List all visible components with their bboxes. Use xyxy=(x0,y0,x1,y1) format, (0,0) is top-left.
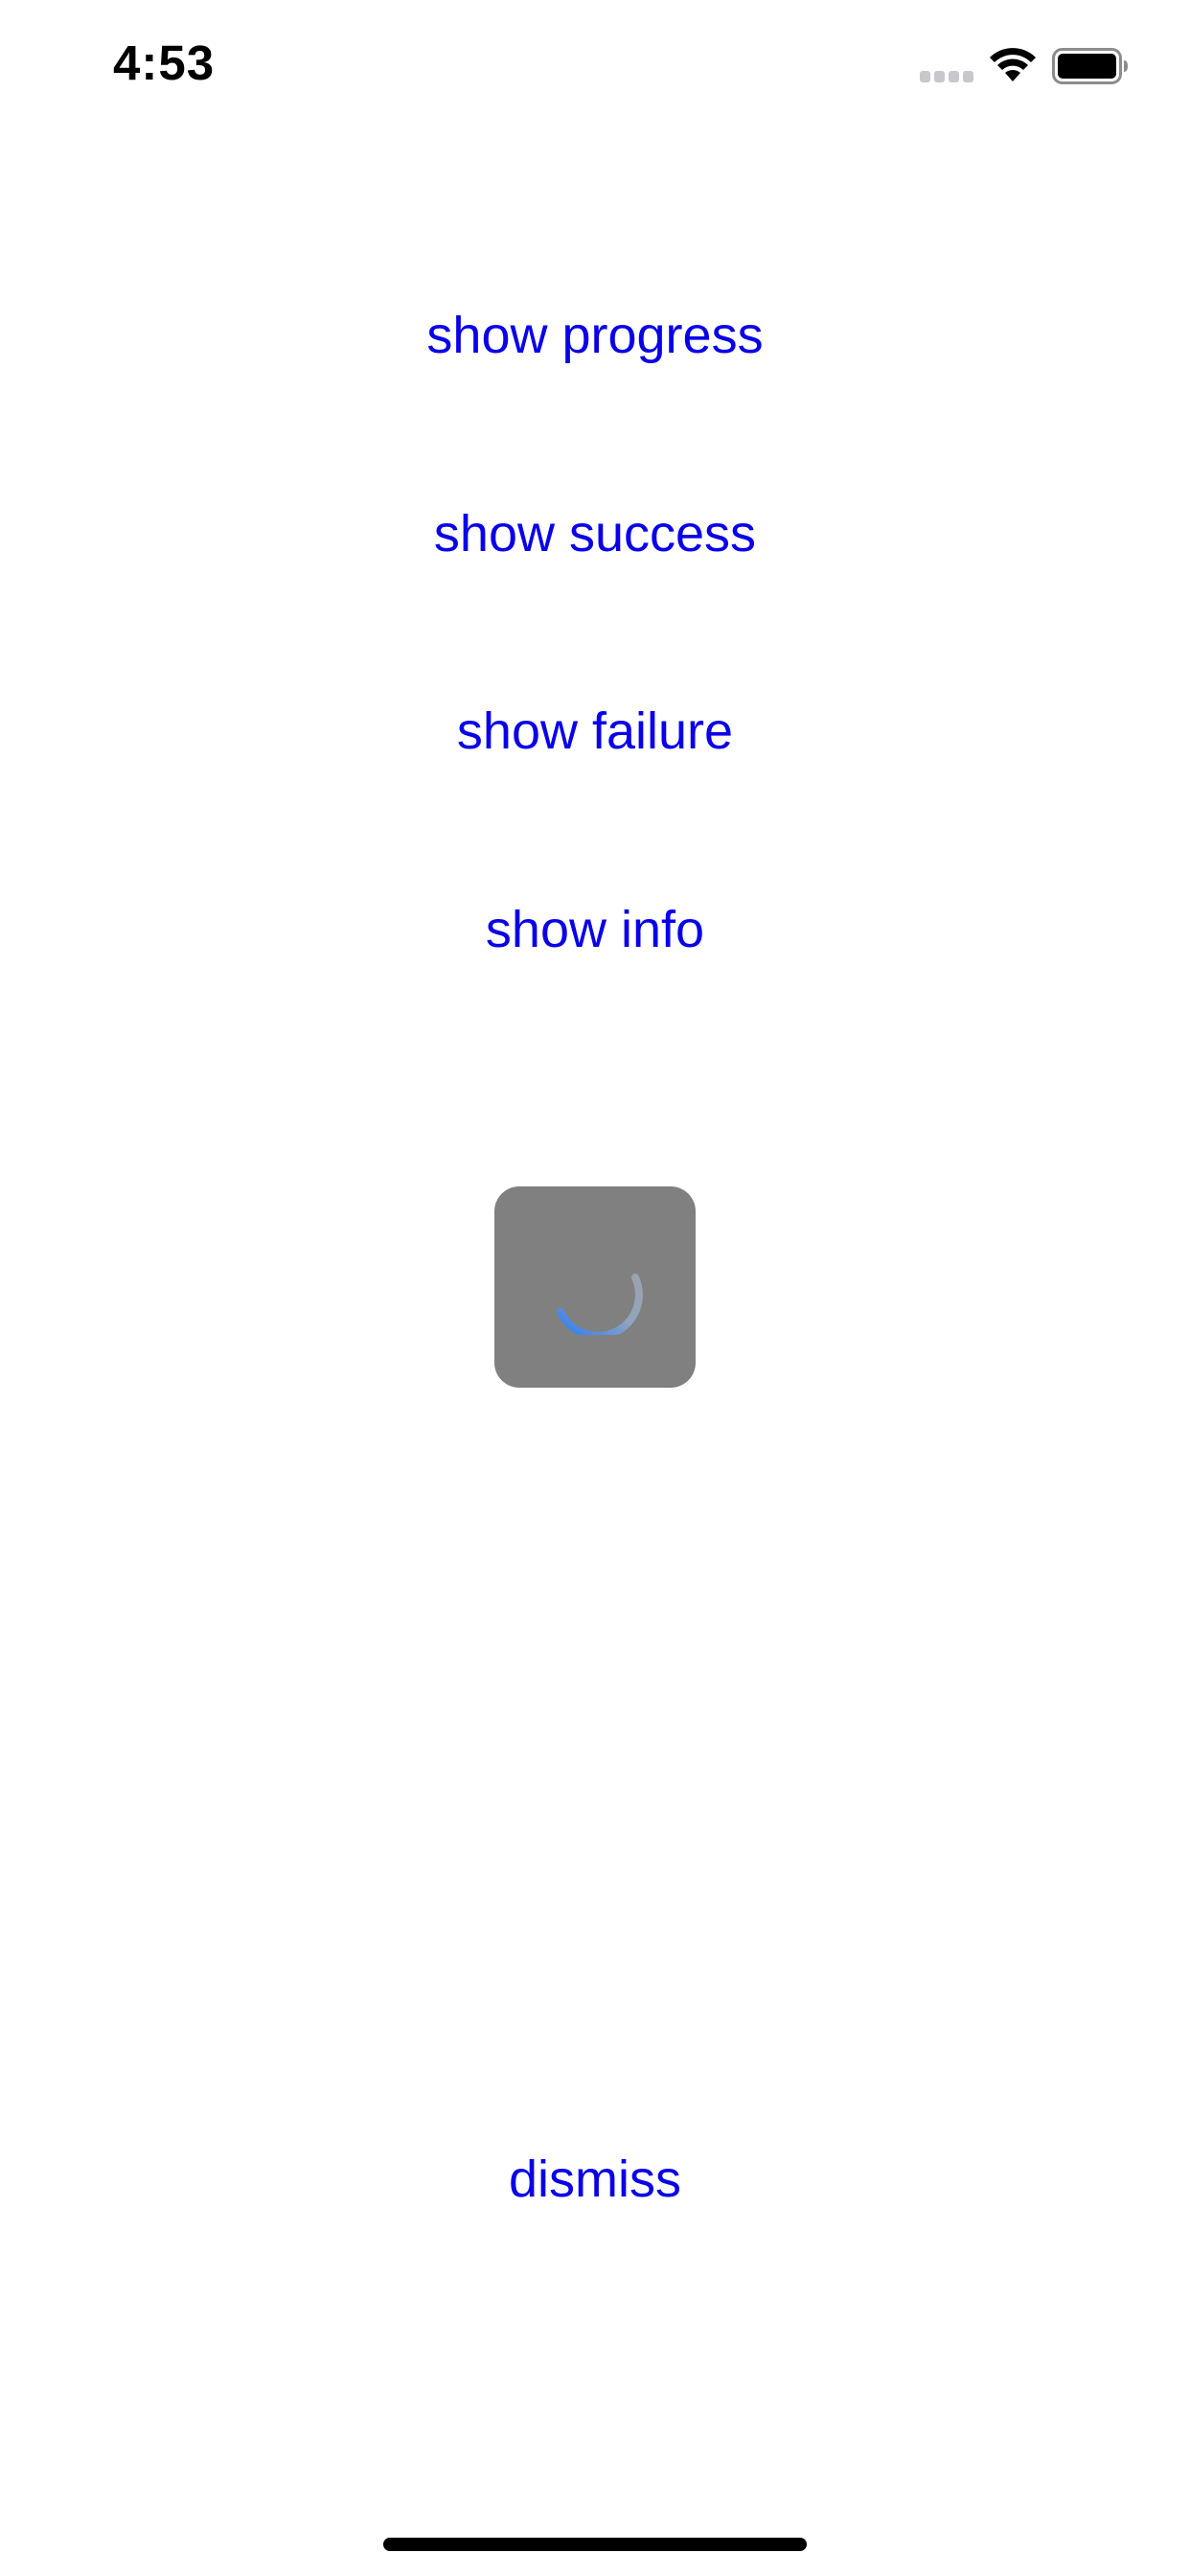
show-failure-button[interactable]: show failure xyxy=(0,701,1190,762)
spinner-icon xyxy=(557,1274,643,1335)
show-progress-button[interactable]: show progress xyxy=(0,305,1190,366)
status-bar: 4:53 xyxy=(0,0,1190,126)
status-time: 4:53 xyxy=(113,35,216,90)
cellular-signal-icon xyxy=(920,71,973,82)
show-success-button[interactable]: show success xyxy=(0,503,1190,564)
show-info-button[interactable]: show info xyxy=(0,899,1190,960)
dismiss-button[interactable]: dismiss xyxy=(0,2149,1190,2210)
battery-icon xyxy=(1052,48,1128,84)
home-indicator[interactable] xyxy=(383,2538,807,2551)
progress-hud xyxy=(494,1186,696,1388)
wifi-icon xyxy=(990,48,1036,81)
